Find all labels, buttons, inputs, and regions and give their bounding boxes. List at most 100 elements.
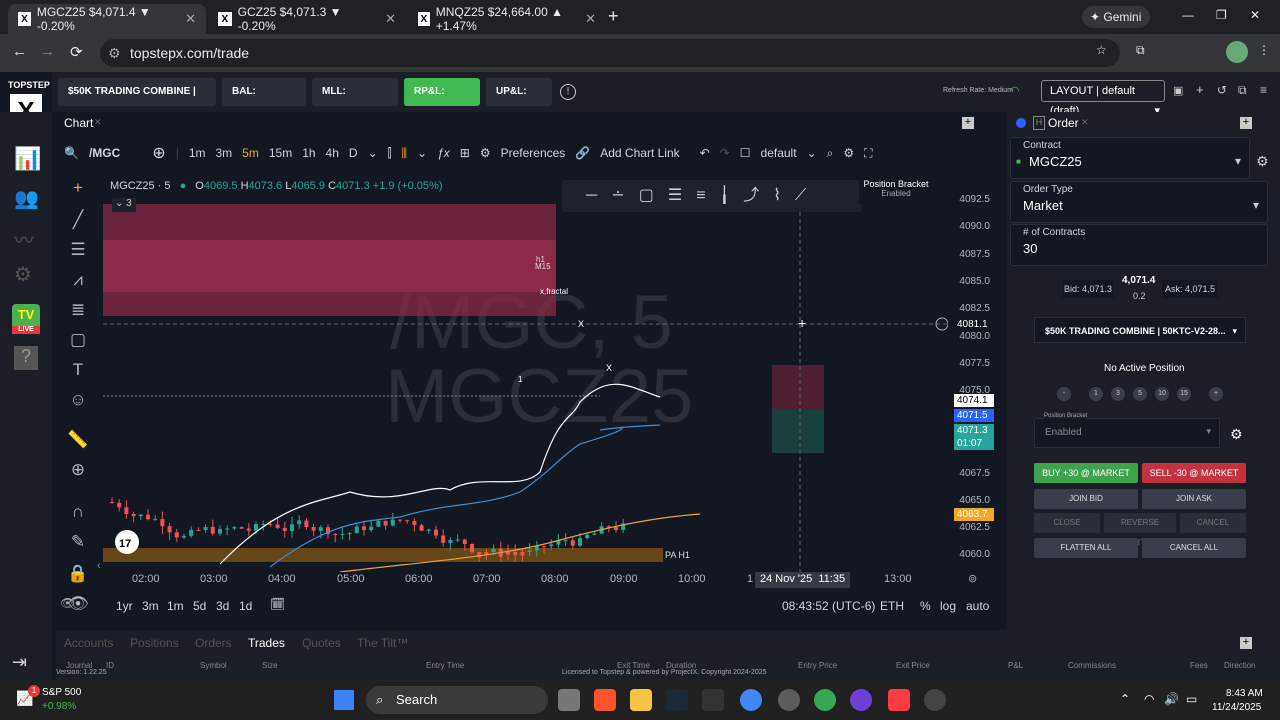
goto-date-icon[interactable]: 🗓 [270,597,285,611]
column-header[interactable]: Direction [1224,661,1256,670]
tab-orders[interactable]: Orders [195,636,232,650]
order-account-select[interactable]: $50K TRADING COMBINE | 50KTC-V2-28... ▾ [1034,317,1246,343]
chart-nav-icon[interactable]: 📊 [14,146,41,172]
bar-style-icon[interactable]: ⫿ [388,146,392,161]
chevron-down-icon[interactable]: ⌄ [807,146,817,160]
emoji-tool-icon[interactable]: ☺ [66,388,90,412]
add-panel-icon[interactable]: + [962,117,974,129]
clock-time[interactable]: 8:43 AM [1226,688,1263,699]
logout-icon[interactable]: ⇥ [12,652,27,673]
close-position-button[interactable]: CLOSE POSITION [1034,513,1100,547]
channel-tool-icon[interactable]: ≡ [696,187,719,204]
cancel-orders-button[interactable]: CANCEL ORDERS [1180,513,1246,547]
column-header[interactable]: Size [262,661,278,670]
draw-mode-icon[interactable]: ✎ [66,530,90,554]
help-nav-icon[interactable]: ? [14,346,38,370]
chart-tab[interactable]: Chart [64,116,93,130]
close-tab-icon[interactable]: ✕ [385,11,396,27]
steam-icon[interactable] [666,689,688,711]
performance-nav-icon[interactable]: 〰 [14,224,34,253]
candle-style-icon[interactable]: ⫼ [401,146,407,161]
chrome-alt-icon[interactable] [814,689,836,711]
percent-scale-toggle[interactable]: % [920,599,931,613]
range-3d[interactable]: 3d [216,599,229,613]
hotkey-icon[interactable]: H [1033,116,1045,130]
buy-market-button[interactable]: BUY +30 @ MARKET [1034,463,1138,483]
close-tab-icon[interactable]: ✕ [185,11,196,27]
tv-live-icon[interactable]: TV LIVE [12,304,40,334]
price-chart[interactable]: /MGC, 5 MGCZ25 h1 M15 x,fractal 1 X X PA… [100,172,948,572]
media-player-icon[interactable] [924,689,946,711]
minimize-button[interactable]: — [1182,8,1194,22]
interval-5m[interactable]: 5m [242,146,259,160]
apple-music-icon[interactable] [888,689,910,711]
close-order-tab-icon[interactable]: ✕ [1081,117,1089,128]
forward-icon[interactable]: → [40,43,55,60]
template-checkbox[interactable]: ☐ [740,146,751,160]
address-bar[interactable]: ⚙ topstepx.com/trade [100,39,1120,67]
contract-field[interactable]: Contract ■ MGCZ25 ▾ [1010,137,1250,179]
column-header[interactable]: Symbol [200,661,227,670]
range-3m[interactable]: 3m [142,599,159,613]
brave-icon[interactable] [594,689,616,711]
join-ask-button[interactable]: JOIN ASK [1142,489,1246,509]
time-axis-settings-icon[interactable]: ⊚ [968,572,977,585]
pen-tool-icon[interactable]: ⟋ [795,187,820,204]
auto-scale-toggle[interactable]: auto [966,599,989,613]
new-tab-button[interactable]: + [608,6,619,27]
close-window-button[interactable]: ✕ [1250,8,1260,22]
save-layout-icon[interactable]: ▣ [1173,84,1183,97]
template-select[interactable]: default [761,146,797,160]
indicators-icon[interactable]: ƒx [437,146,450,160]
add-widget-icon[interactable]: + [1196,82,1204,97]
task-view-icon[interactable] [558,689,580,711]
curve-tool-icon[interactable]: ⤴ [743,187,773,204]
interval-15m[interactable]: 15m [269,146,292,160]
add-chart-link-button[interactable]: Add Chart Link [600,146,679,160]
tab-positions[interactable]: Positions [130,636,179,650]
qty-preset-15[interactable]: 15 [1177,387,1191,401]
symbol-search[interactable]: /MGC [89,146,120,160]
trendline-tool-icon[interactable]: ╱ [66,208,90,232]
bookmark-star-icon[interactable]: ☆ [1096,43,1107,57]
browser-tab-mnqz25[interactable]: X MNQZ25 $24,664.00 ▲ +1.47% ✕ [408,4,606,34]
horizontal-lines-tool-icon[interactable]: ☰ [66,238,90,262]
file-explorer-icon[interactable] [630,689,652,711]
line-tool-icon[interactable]: ─ [586,187,611,204]
qty-preset-5[interactable]: 5 [1133,387,1147,401]
join-bid-button[interactable]: JOIN BID [1034,489,1138,509]
column-header[interactable]: P&L [1008,661,1023,670]
close-chart-tab-icon[interactable]: ✕ [94,117,102,128]
restore-button[interactable]: ❐ [1216,8,1227,22]
log-scale-toggle[interactable]: log [940,599,956,613]
reload-icon[interactable]: ⟳ [70,43,83,61]
settings-nav-icon[interactable]: ⚙ [14,262,32,287]
tab-quotes[interactable]: Quotes [302,636,341,650]
add-panel-icon[interactable]: + [1240,637,1252,649]
undo-layout-icon[interactable]: ↺ [1217,83,1227,97]
qty-increment-button[interactable]: + [1209,387,1223,401]
back-icon[interactable]: ← [12,43,27,60]
account-select[interactable]: $50K TRADING COMBINE | 5... ▾ [58,78,216,125]
scroll-left-icon[interactable]: ‹ [97,560,101,572]
chevron-down-icon[interactable]: ⌄ [417,146,427,160]
layout-select[interactable]: LAYOUT | default (draft) ▾ [1041,80,1165,117]
contract-settings-icon[interactable]: ⚙ [1256,153,1269,170]
popout-icon[interactable]: ⧉ [1238,83,1247,98]
column-header[interactable]: Entry Price [798,661,837,670]
quick-search-icon[interactable]: ⌕ [827,146,834,161]
lines-tool-icon[interactable]: ☰ [668,187,696,204]
bid-price[interactable]: Bid: 4,071.3 [1062,280,1114,298]
app-icon[interactable] [850,689,872,711]
range-1d[interactable]: 1d [239,599,252,613]
interval-1m[interactable]: 1m [189,146,206,160]
redo-icon[interactable]: ↷ [720,146,730,160]
search-icon[interactable]: 🔍 [64,146,79,160]
crosshair-tool-icon[interactable]: + [66,176,90,200]
bracket-settings-icon[interactable]: ⚙ [1230,426,1243,443]
range-1yr[interactable]: 1yr [116,599,133,613]
position-bracket-select[interactable]: Position Bracket Enabled ▾ [1034,413,1220,448]
undo-icon[interactable]: ↶ [700,146,710,160]
qty-preset-3[interactable]: 3 [1111,387,1125,401]
column-header[interactable]: Entry Time [426,661,464,670]
